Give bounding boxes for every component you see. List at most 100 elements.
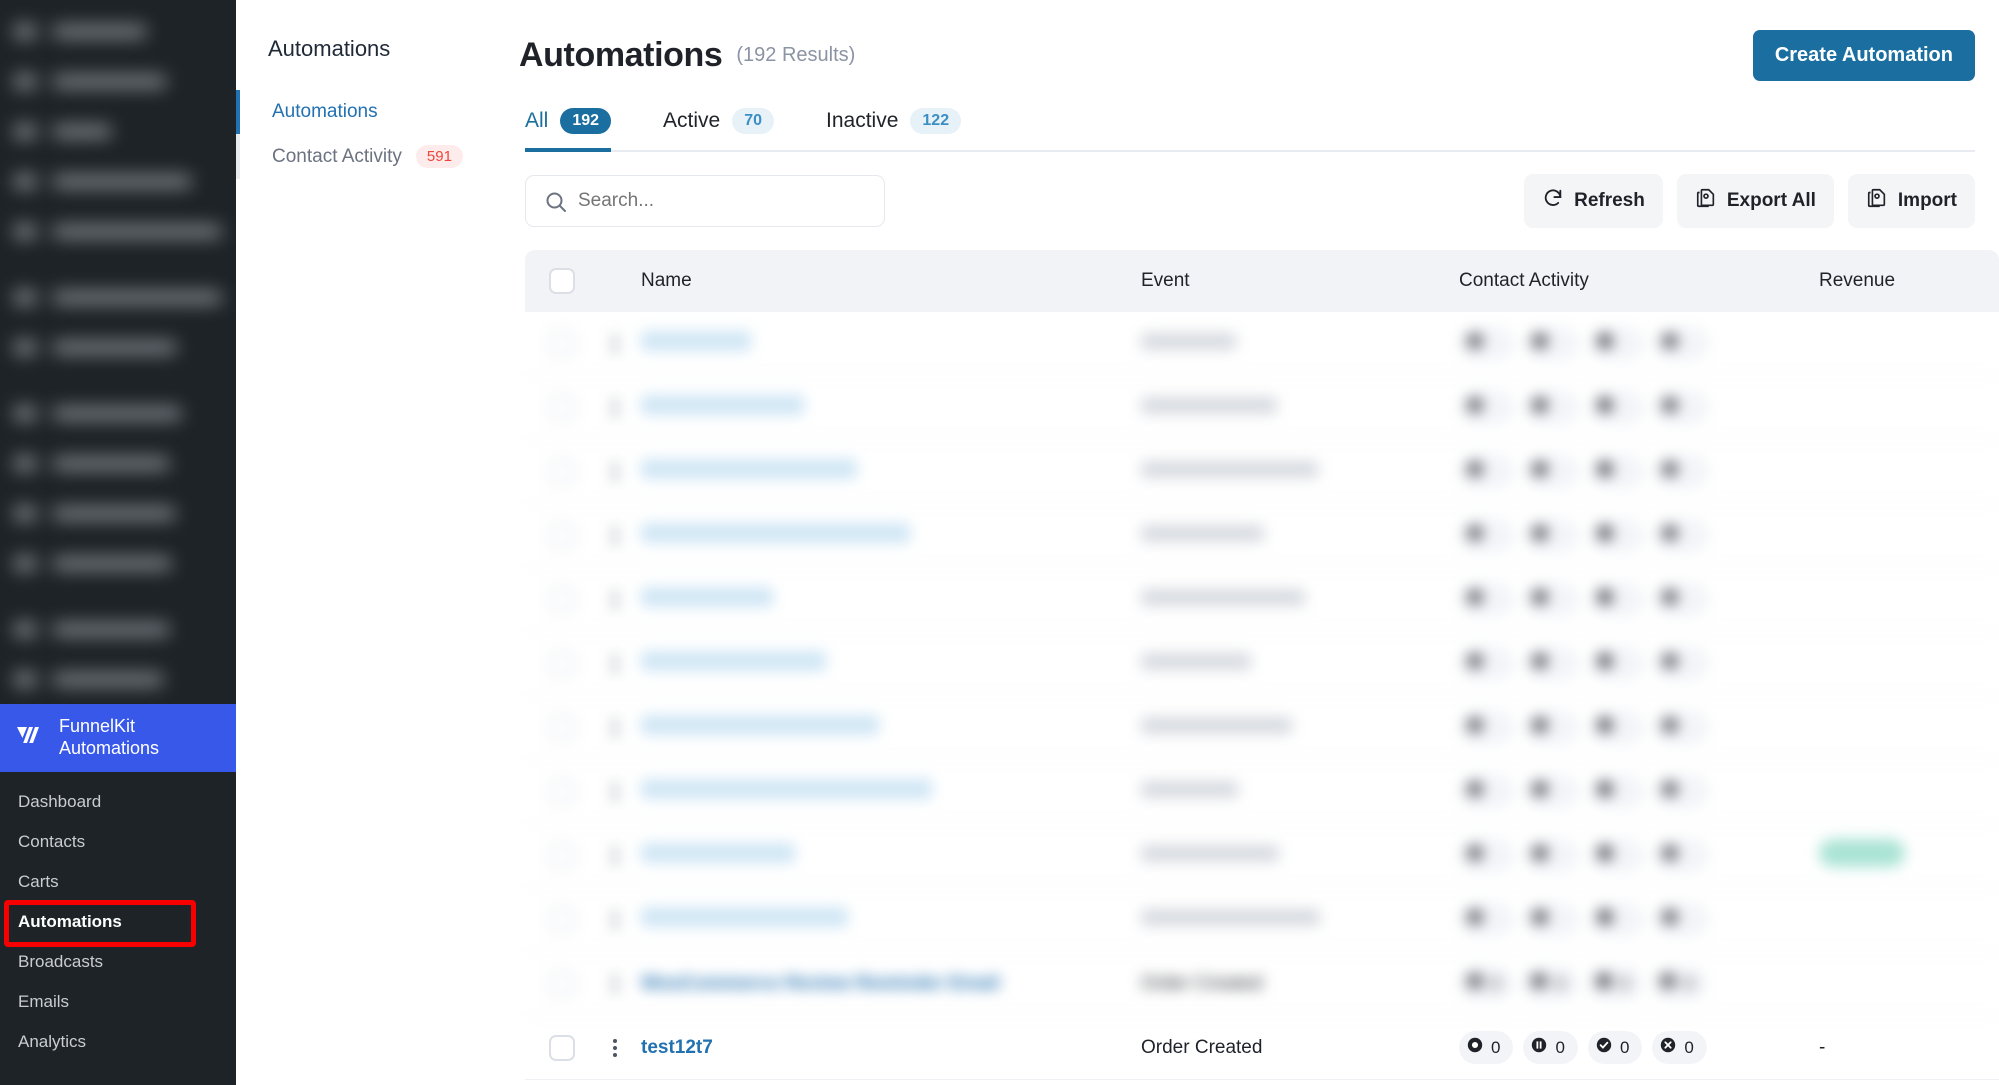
automation-name-link[interactable] bbox=[641, 779, 932, 799]
funnelkit-menu-item-contacts[interactable]: Contacts bbox=[0, 822, 236, 862]
sidebar-item-contact-activity[interactable]: Contact Activity 591 bbox=[236, 134, 511, 179]
automation-name-link[interactable] bbox=[641, 395, 804, 415]
funnelkit-menu-item-emails[interactable]: Emails bbox=[0, 982, 236, 1022]
table-row[interactable]: test12t7 Order Created 0 0 0 0 - bbox=[525, 1016, 1999, 1080]
row-menu-icon[interactable] bbox=[613, 846, 617, 865]
automation-name-link[interactable] bbox=[641, 587, 773, 607]
row-checkbox[interactable] bbox=[549, 842, 575, 869]
row-checkbox[interactable] bbox=[549, 970, 575, 997]
funnelkit-menu-item-analytics[interactable]: Analytics bbox=[0, 1022, 236, 1062]
table-row[interactable] bbox=[525, 440, 1999, 504]
table-row[interactable] bbox=[525, 760, 1999, 824]
row-menu-icon[interactable] bbox=[613, 782, 617, 801]
wp-menu-item-blurred[interactable] bbox=[0, 538, 236, 588]
wp-menu-icon bbox=[14, 671, 36, 687]
row-checkbox[interactable] bbox=[549, 1034, 575, 1061]
row-menu-icon[interactable] bbox=[613, 654, 617, 673]
row-menu-icon[interactable] bbox=[613, 974, 617, 993]
export-all-button[interactable]: Export All bbox=[1676, 174, 1834, 228]
row-select-cell bbox=[525, 970, 599, 997]
table-row[interactable] bbox=[525, 824, 1999, 888]
row-menu-icon[interactable] bbox=[613, 526, 617, 545]
wp-menu-item-blurred[interactable] bbox=[0, 272, 236, 322]
search-input[interactable] bbox=[578, 190, 884, 212]
wp-menu-item-blurred[interactable] bbox=[0, 438, 236, 488]
tab-inactive[interactable]: Inactive 122 bbox=[826, 108, 962, 152]
wp-menu-item-blurred[interactable] bbox=[0, 654, 236, 704]
wp-menu-item-blurred[interactable] bbox=[0, 56, 236, 106]
row-menu-icon[interactable] bbox=[613, 910, 617, 929]
wp-menu-label bbox=[52, 290, 222, 304]
wp-menu-item-blurred[interactable] bbox=[0, 488, 236, 538]
wp-menu-item-blurred[interactable] bbox=[0, 156, 236, 206]
row-actions-cell bbox=[599, 462, 631, 481]
search-box[interactable] bbox=[525, 175, 885, 227]
automation-name-link[interactable]: test12t7 bbox=[641, 1037, 713, 1058]
row-menu-icon[interactable] bbox=[613, 334, 617, 353]
row-checkbox[interactable] bbox=[549, 458, 575, 485]
sidebar-item-badge: 591 bbox=[415, 145, 463, 168]
wp-menu-item-blurred[interactable] bbox=[0, 604, 236, 654]
row-menu-icon[interactable] bbox=[613, 462, 617, 481]
table-row[interactable]: WooCommerce Review Reminder Email Order C… bbox=[525, 952, 1999, 1016]
row-checkbox[interactable] bbox=[549, 330, 575, 357]
funnelkit-menu-item-automations[interactable]: Automations bbox=[0, 902, 236, 942]
table-row[interactable] bbox=[525, 504, 1999, 568]
cancelled-x-icon bbox=[1661, 460, 1679, 483]
wp-menu-item-blurred[interactable] bbox=[0, 106, 236, 156]
funnelkit-menu-item-carts[interactable]: Carts bbox=[0, 862, 236, 902]
funnelkit-menu-item-broadcasts[interactable]: Broadcasts bbox=[0, 942, 236, 982]
table-row[interactable] bbox=[525, 568, 1999, 632]
row-contact-activity-cell bbox=[1459, 519, 1819, 552]
table-row[interactable] bbox=[525, 312, 1999, 376]
wp-menu-icon bbox=[14, 455, 36, 471]
row-checkbox[interactable] bbox=[549, 586, 575, 613]
wp-menu-item-blurred[interactable] bbox=[0, 322, 236, 372]
row-menu-icon[interactable] bbox=[613, 718, 617, 737]
row-checkbox[interactable] bbox=[549, 778, 575, 805]
event-label bbox=[1141, 460, 1318, 478]
tab-active[interactable]: Active 70 bbox=[663, 108, 775, 152]
automation-name-link[interactable] bbox=[641, 331, 751, 351]
funnelkit-brand[interactable]: FunnelKit Automations bbox=[0, 704, 236, 772]
table-row[interactable] bbox=[525, 632, 1999, 696]
funnelkit-menu-item-dashboard[interactable]: Dashboard bbox=[0, 782, 236, 822]
row-menu-icon[interactable] bbox=[613, 590, 617, 609]
automation-name-link[interactable] bbox=[641, 715, 879, 735]
activity-cancelled-x-icon: 0 bbox=[1652, 1031, 1707, 1064]
row-checkbox[interactable] bbox=[549, 906, 575, 933]
tab-all[interactable]: All 192 bbox=[525, 108, 612, 152]
automation-name-link[interactable]: WooCommerce Review Reminder Email bbox=[641, 973, 1000, 994]
row-checkbox[interactable] bbox=[549, 714, 575, 741]
completed-check-icon bbox=[1596, 524, 1614, 547]
automation-name-link[interactable] bbox=[641, 843, 795, 863]
table-row[interactable] bbox=[525, 376, 1999, 440]
create-automation-button[interactable]: Create Automation bbox=[1752, 29, 1975, 81]
automation-name-link[interactable] bbox=[641, 523, 910, 543]
automation-name-link[interactable] bbox=[641, 459, 857, 479]
wp-menu-item-blurred[interactable] bbox=[0, 388, 236, 438]
row-checkbox[interactable] bbox=[549, 394, 575, 421]
table-row[interactable] bbox=[525, 696, 1999, 760]
table-row[interactable] bbox=[525, 888, 1999, 952]
cancelled-x-icon bbox=[1661, 908, 1679, 931]
select-all-checkbox[interactable] bbox=[549, 268, 575, 294]
row-menu-icon[interactable] bbox=[613, 398, 617, 417]
activity-paused-icon bbox=[1524, 711, 1579, 744]
sidebar-item-automations[interactable]: Automations bbox=[236, 90, 511, 134]
row-select-cell bbox=[525, 714, 599, 741]
row-checkbox[interactable] bbox=[549, 650, 575, 677]
wp-admin-menu-blurred[interactable] bbox=[0, 0, 236, 704]
row-actions-cell bbox=[599, 398, 631, 417]
wp-menu-item-blurred[interactable] bbox=[0, 6, 236, 56]
wp-menu-item-blurred[interactable] bbox=[0, 206, 236, 256]
row-checkbox[interactable] bbox=[549, 522, 575, 549]
paused-icon bbox=[1531, 396, 1549, 419]
import-button[interactable]: Import bbox=[1847, 174, 1975, 228]
automation-name-link[interactable] bbox=[641, 907, 848, 927]
row-select-cell bbox=[525, 458, 599, 485]
event-label: Order Created bbox=[1141, 972, 1263, 994]
automation-name-link[interactable] bbox=[641, 651, 826, 671]
refresh-button[interactable]: Refresh bbox=[1524, 174, 1663, 228]
row-menu-icon[interactable] bbox=[613, 1038, 617, 1057]
